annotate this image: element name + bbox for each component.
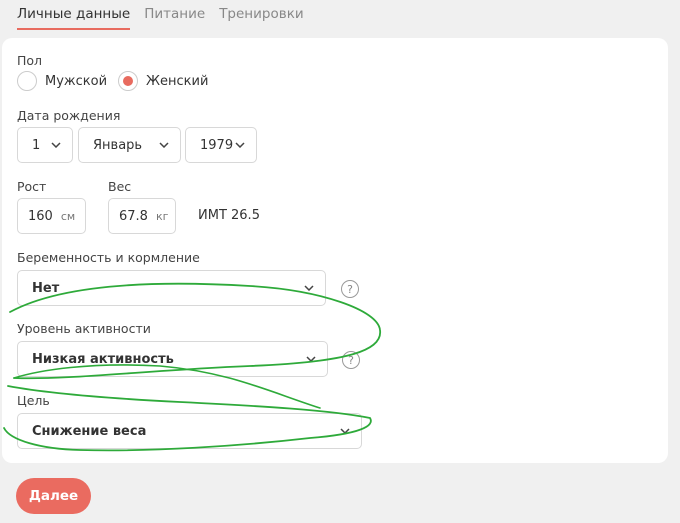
goal-select[interactable]: Снижение веса (17, 413, 362, 449)
gender-label: Пол (17, 53, 43, 68)
weight-label: Вес (108, 179, 132, 194)
tab-nutrition[interactable]: Питание (144, 6, 205, 30)
pregnancy-value: Нет (32, 280, 60, 296)
pregnancy-help-icon[interactable]: ? (341, 280, 359, 298)
activity-select[interactable]: Низкая активность (17, 341, 328, 377)
gender-male-radio[interactable]: Мужской (17, 71, 107, 91)
birth-year-select[interactable]: 1979 (185, 127, 257, 163)
tab-personal-data[interactable]: Личные данные (17, 6, 131, 30)
chevron-down-icon (339, 425, 351, 437)
chevron-down-icon (303, 282, 315, 294)
height-value: 160 (28, 208, 53, 224)
next-button[interactable]: Далее (16, 478, 91, 514)
height-input[interactable]: 160 см (17, 198, 86, 234)
activity-label: Уровень активности (17, 321, 151, 336)
birth-day-select[interactable]: 1 (17, 127, 73, 163)
birth-month-value: Январь (93, 137, 143, 153)
pregnancy-label: Беременность и кормление (17, 250, 200, 265)
height-unit: см (60, 209, 76, 223)
weight-unit: кг (155, 209, 169, 223)
goal-value: Снижение веса (32, 423, 147, 439)
bmi-value: ИМТ 26.5 (198, 208, 260, 223)
chevron-down-icon (234, 139, 246, 151)
activity-help-icon[interactable]: ? (342, 351, 360, 369)
birth-day-value: 1 (32, 137, 41, 153)
pregnancy-select[interactable]: Нет (17, 270, 326, 306)
gender-female-radio[interactable]: Женский (118, 71, 208, 91)
chevron-down-icon (50, 139, 62, 151)
weight-value: 67.8 (119, 208, 148, 224)
gender-male-label: Мужской (45, 73, 108, 89)
radio-checked-icon (118, 71, 138, 91)
gender-female-label: Женский (146, 73, 209, 89)
birth-month-select[interactable]: Январь (78, 127, 181, 163)
chevron-down-icon (158, 139, 170, 151)
chevron-down-icon (305, 353, 317, 365)
height-label: Рост (17, 179, 47, 194)
tab-workouts[interactable]: Тренировки (219, 6, 303, 30)
weight-input[interactable]: 67.8 кг (108, 198, 176, 234)
tab-bar: Личные данные Питание Тренировки (17, 6, 304, 30)
activity-value: Низкая активность (32, 351, 174, 367)
birth-year-value: 1979 (200, 137, 234, 153)
radio-unchecked-icon (17, 71, 37, 91)
birth-date-label: Дата рождения (17, 108, 121, 123)
goal-label: Цель (17, 393, 50, 408)
